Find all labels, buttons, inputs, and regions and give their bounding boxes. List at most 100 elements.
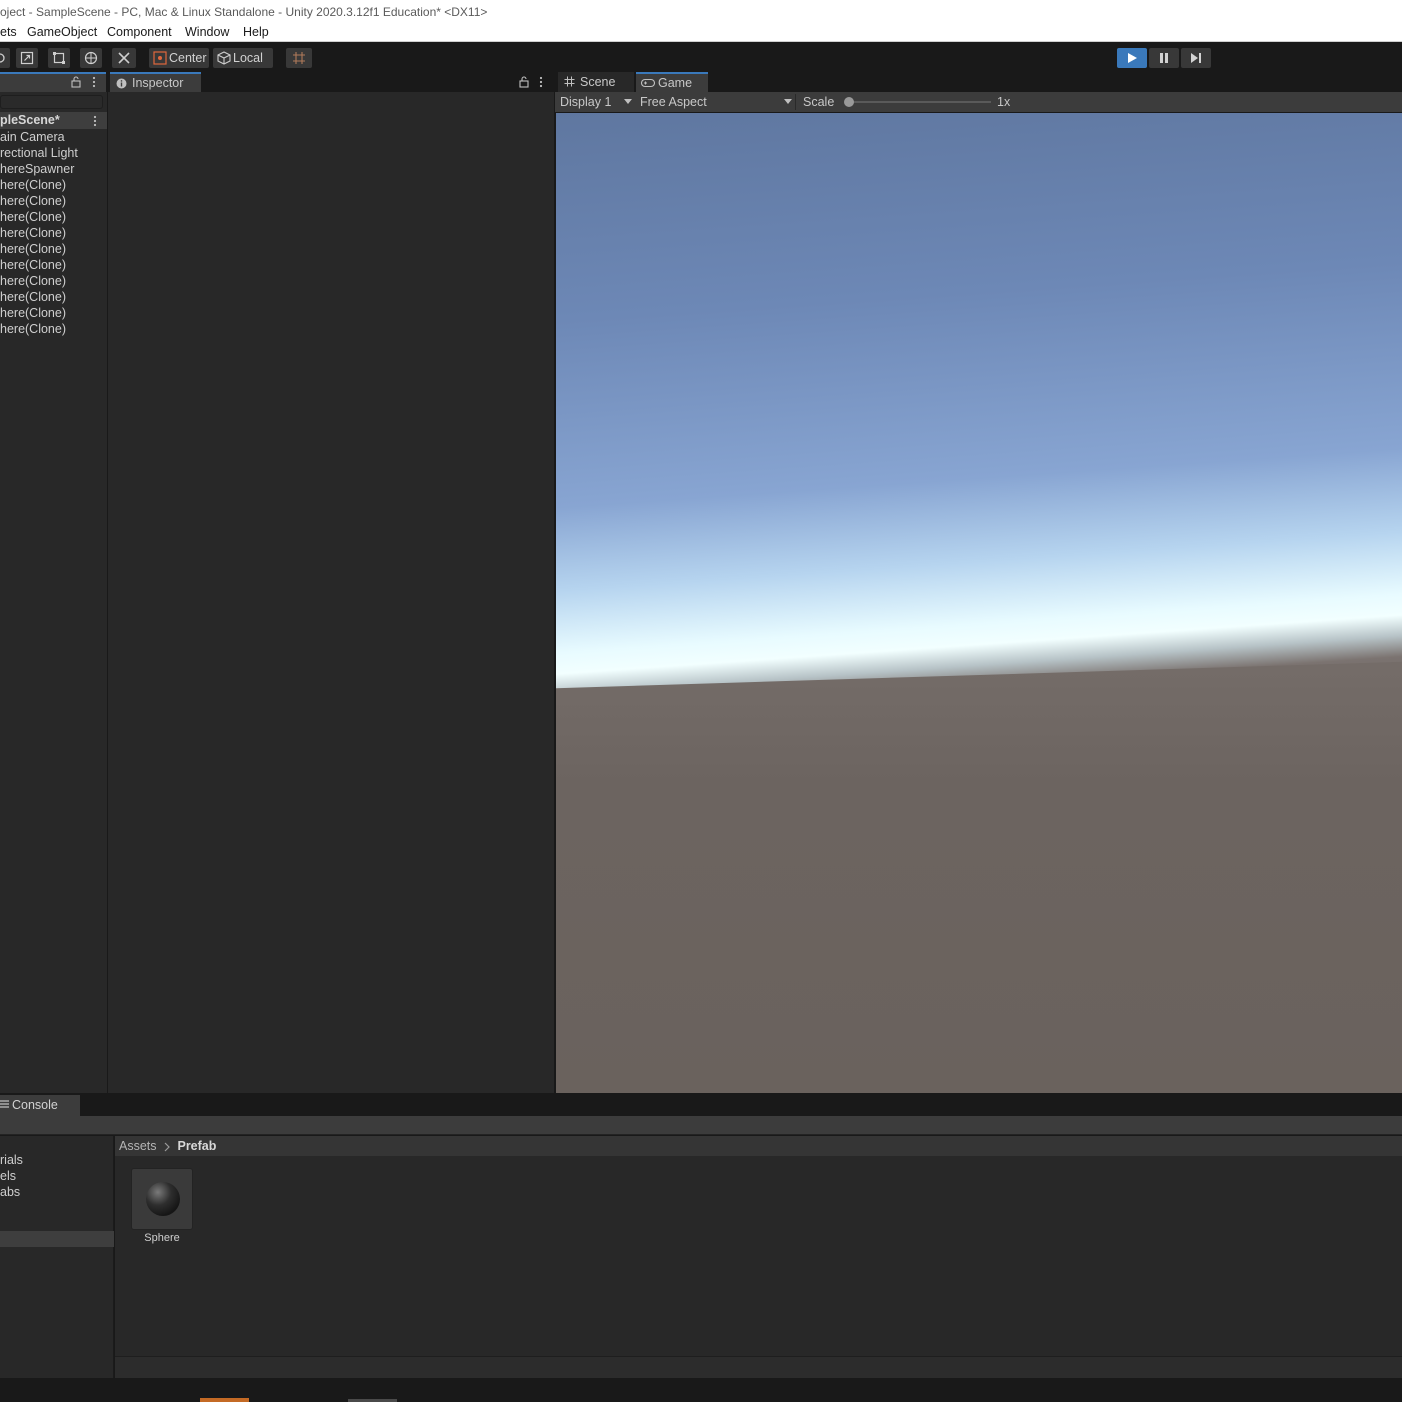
hierarchy-item[interactable]: here(Clone) xyxy=(0,193,66,209)
custom-tool-button[interactable] xyxy=(112,48,136,68)
play-button[interactable] xyxy=(1117,48,1147,68)
chevron-down-icon xyxy=(784,99,792,104)
inspector-more-icon[interactable] xyxy=(539,76,543,88)
inspector-panel xyxy=(108,92,554,1093)
menu-bar: ets GameObject Component Window Help xyxy=(0,24,1402,42)
pivot-mode-label: Center xyxy=(169,51,207,65)
inspector-tabbar: Inspector xyxy=(108,72,554,92)
view-tabbar: Scene Game xyxy=(555,72,1402,92)
toolbar-divider xyxy=(795,94,796,110)
display-dropdown[interactable]: Display 1 xyxy=(555,92,635,112)
scale-icon xyxy=(20,51,34,65)
folder-item[interactable]: abs xyxy=(0,1184,20,1200)
menu-help[interactable]: Help xyxy=(243,24,269,41)
inspector-lock-icon[interactable] xyxy=(519,76,529,88)
aspect-label: Free Aspect xyxy=(640,95,707,109)
tab-scene-label: Scene xyxy=(580,75,616,89)
tab-inspector[interactable]: Inspector xyxy=(110,72,201,92)
project-footer xyxy=(115,1356,1402,1378)
hierarchy-item[interactable]: hereSpawner xyxy=(0,161,74,177)
grid-snap-button[interactable] xyxy=(286,48,312,68)
chevron-down-icon xyxy=(624,99,632,104)
asset-sphere-label[interactable]: Sphere xyxy=(115,1232,209,1244)
pivot-rotation-label: Local xyxy=(233,51,263,65)
hierarchy-item[interactable]: here(Clone) xyxy=(0,321,66,337)
more-menu-icon[interactable] xyxy=(92,76,96,88)
breadcrumb-prefab[interactable]: Prefab xyxy=(177,1139,216,1153)
rect-tool-button[interactable] xyxy=(48,48,70,68)
local-cube-icon xyxy=(217,51,231,65)
folder-item[interactable]: rials xyxy=(0,1152,23,1168)
pause-icon xyxy=(1160,53,1168,63)
pivot-rotation-button[interactable]: Local xyxy=(213,48,273,68)
unity-editor-window: oject - SampleScene - PC, Mac & Linux St… xyxy=(0,0,1402,1402)
rotate-icon xyxy=(0,53,5,63)
step-icon xyxy=(1191,53,1201,63)
aspect-dropdown[interactable]: Free Aspect xyxy=(636,92,794,112)
scale-tool-button[interactable] xyxy=(16,48,38,68)
console-icon xyxy=(0,1100,9,1108)
taskbar-active-indicator[interactable] xyxy=(200,1398,249,1402)
chevron-right-icon xyxy=(164,1142,170,1152)
tools-icon xyxy=(118,52,130,64)
selected-folder-row[interactable] xyxy=(0,1231,114,1247)
tab-game[interactable]: Game xyxy=(636,72,708,92)
hierarchy-item[interactable]: ain Camera xyxy=(0,129,65,145)
scene-grid-icon xyxy=(564,76,575,87)
project-folder-tree: rials els abs xyxy=(0,1136,114,1378)
hierarchy-item[interactable]: here(Clone) xyxy=(0,305,66,321)
hierarchy-item[interactable]: here(Clone) xyxy=(0,257,66,273)
pivot-mode-button[interactable]: Center xyxy=(149,48,209,68)
tab-console[interactable]: Console xyxy=(0,1095,80,1116)
project-toolbar xyxy=(0,1116,1402,1135)
scale-value: 1x xyxy=(997,95,1011,109)
folder-item[interactable]: els xyxy=(0,1168,16,1184)
scene-more-icon[interactable] xyxy=(93,115,97,127)
tab-hierarchy[interactable] xyxy=(0,72,106,92)
hierarchy-item[interactable]: here(Clone) xyxy=(0,241,66,257)
console-tabbar: Console xyxy=(0,1095,1402,1116)
gamepad-icon xyxy=(641,78,655,88)
scene-name: pleScene* xyxy=(0,113,60,127)
game-panel: Display 1 Free Aspect Scale 1x xyxy=(555,92,1402,1093)
breadcrumb: Assets Prefab xyxy=(115,1136,1402,1156)
scale-slider-thumb[interactable] xyxy=(844,97,854,107)
scale-label: Scale xyxy=(803,95,835,109)
tab-scene[interactable]: Scene xyxy=(558,72,634,92)
transform-tool-button[interactable] xyxy=(80,48,102,68)
grid-snap-icon xyxy=(293,52,305,64)
tab-game-label: Game xyxy=(658,76,693,90)
menu-component[interactable]: Component xyxy=(107,24,172,41)
menu-window[interactable]: Window xyxy=(185,24,229,41)
hierarchy-item[interactable]: rectional Light xyxy=(0,145,78,161)
project-assets-area: Assets Prefab Sphere xyxy=(115,1136,1402,1378)
game-viewport[interactable] xyxy=(556,113,1402,1093)
asset-sphere-thumbnail[interactable] xyxy=(131,1168,193,1230)
step-button[interactable] xyxy=(1181,48,1211,68)
rotate-tool-button[interactable] xyxy=(0,48,10,68)
play-icon xyxy=(1128,53,1137,63)
pause-button[interactable] xyxy=(1149,48,1179,68)
hierarchy-item[interactable]: here(Clone) xyxy=(0,273,66,289)
transform-icon xyxy=(84,51,98,65)
breadcrumb-assets[interactable]: Assets xyxy=(119,1139,157,1153)
tab-inspector-label: Inspector xyxy=(132,76,184,90)
lock-icon[interactable] xyxy=(71,76,81,88)
hierarchy-search-input[interactable] xyxy=(0,95,103,109)
scale-slider[interactable] xyxy=(844,97,991,107)
rect-icon xyxy=(53,52,65,64)
tab-console-label: Console xyxy=(12,1098,58,1112)
menu-gameobject[interactable]: GameObject xyxy=(27,24,97,41)
hierarchy-item[interactable]: here(Clone) xyxy=(0,177,66,193)
hierarchy-item[interactable]: here(Clone) xyxy=(0,289,66,305)
hierarchy-item[interactable]: here(Clone) xyxy=(0,209,66,225)
menu-assets[interactable]: ets xyxy=(0,24,17,41)
window-title: oject - SampleScene - PC, Mac & Linux St… xyxy=(0,0,1402,24)
hierarchy-item[interactable]: here(Clone) xyxy=(0,225,66,241)
game-toolbar: Display 1 Free Aspect Scale 1x xyxy=(555,92,1402,112)
pivot-center-icon xyxy=(153,51,167,65)
scene-header[interactable]: pleScene* xyxy=(0,112,107,129)
info-icon xyxy=(116,78,127,89)
hierarchy-panel: pleScene* ain Camera rectional Light her… xyxy=(0,92,107,1093)
display-label: Display 1 xyxy=(560,95,612,109)
